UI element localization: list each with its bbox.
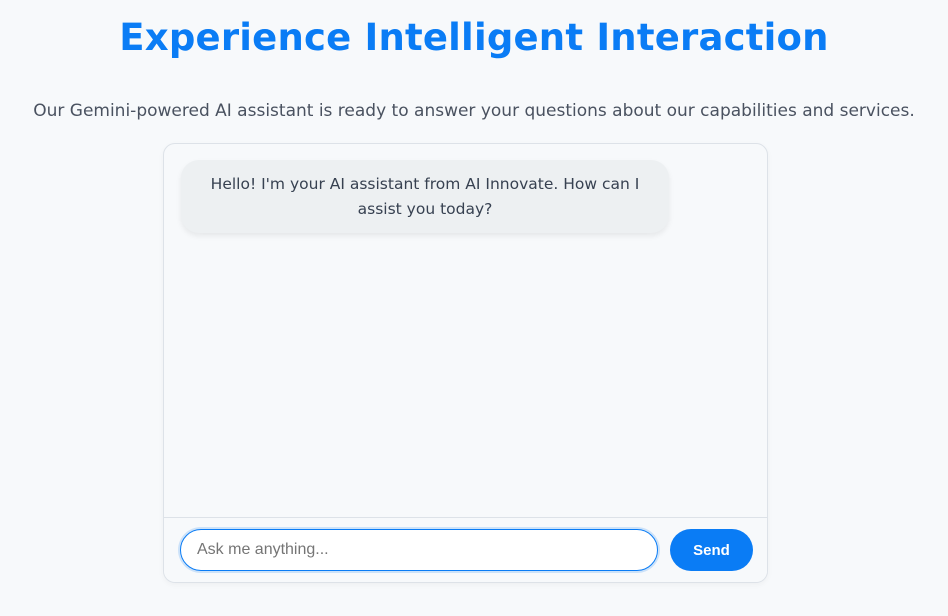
assistant-message: Hello! I'm your AI assistant from AI Inn…	[181, 160, 669, 233]
chat-input-bar: Send	[164, 517, 767, 582]
chat-window: Hello! I'm your AI assistant from AI Inn…	[163, 143, 768, 583]
page: Experience Intelligent Interaction Our G…	[0, 0, 948, 616]
page-subtitle: Our Gemini-powered AI assistant is ready…	[33, 101, 915, 121]
page-title: Experience Intelligent Interaction	[119, 16, 829, 59]
send-button[interactable]: Send	[670, 529, 753, 571]
chat-messages[interactable]: Hello! I'm your AI assistant from AI Inn…	[164, 144, 767, 519]
chat-input[interactable]	[180, 529, 658, 571]
